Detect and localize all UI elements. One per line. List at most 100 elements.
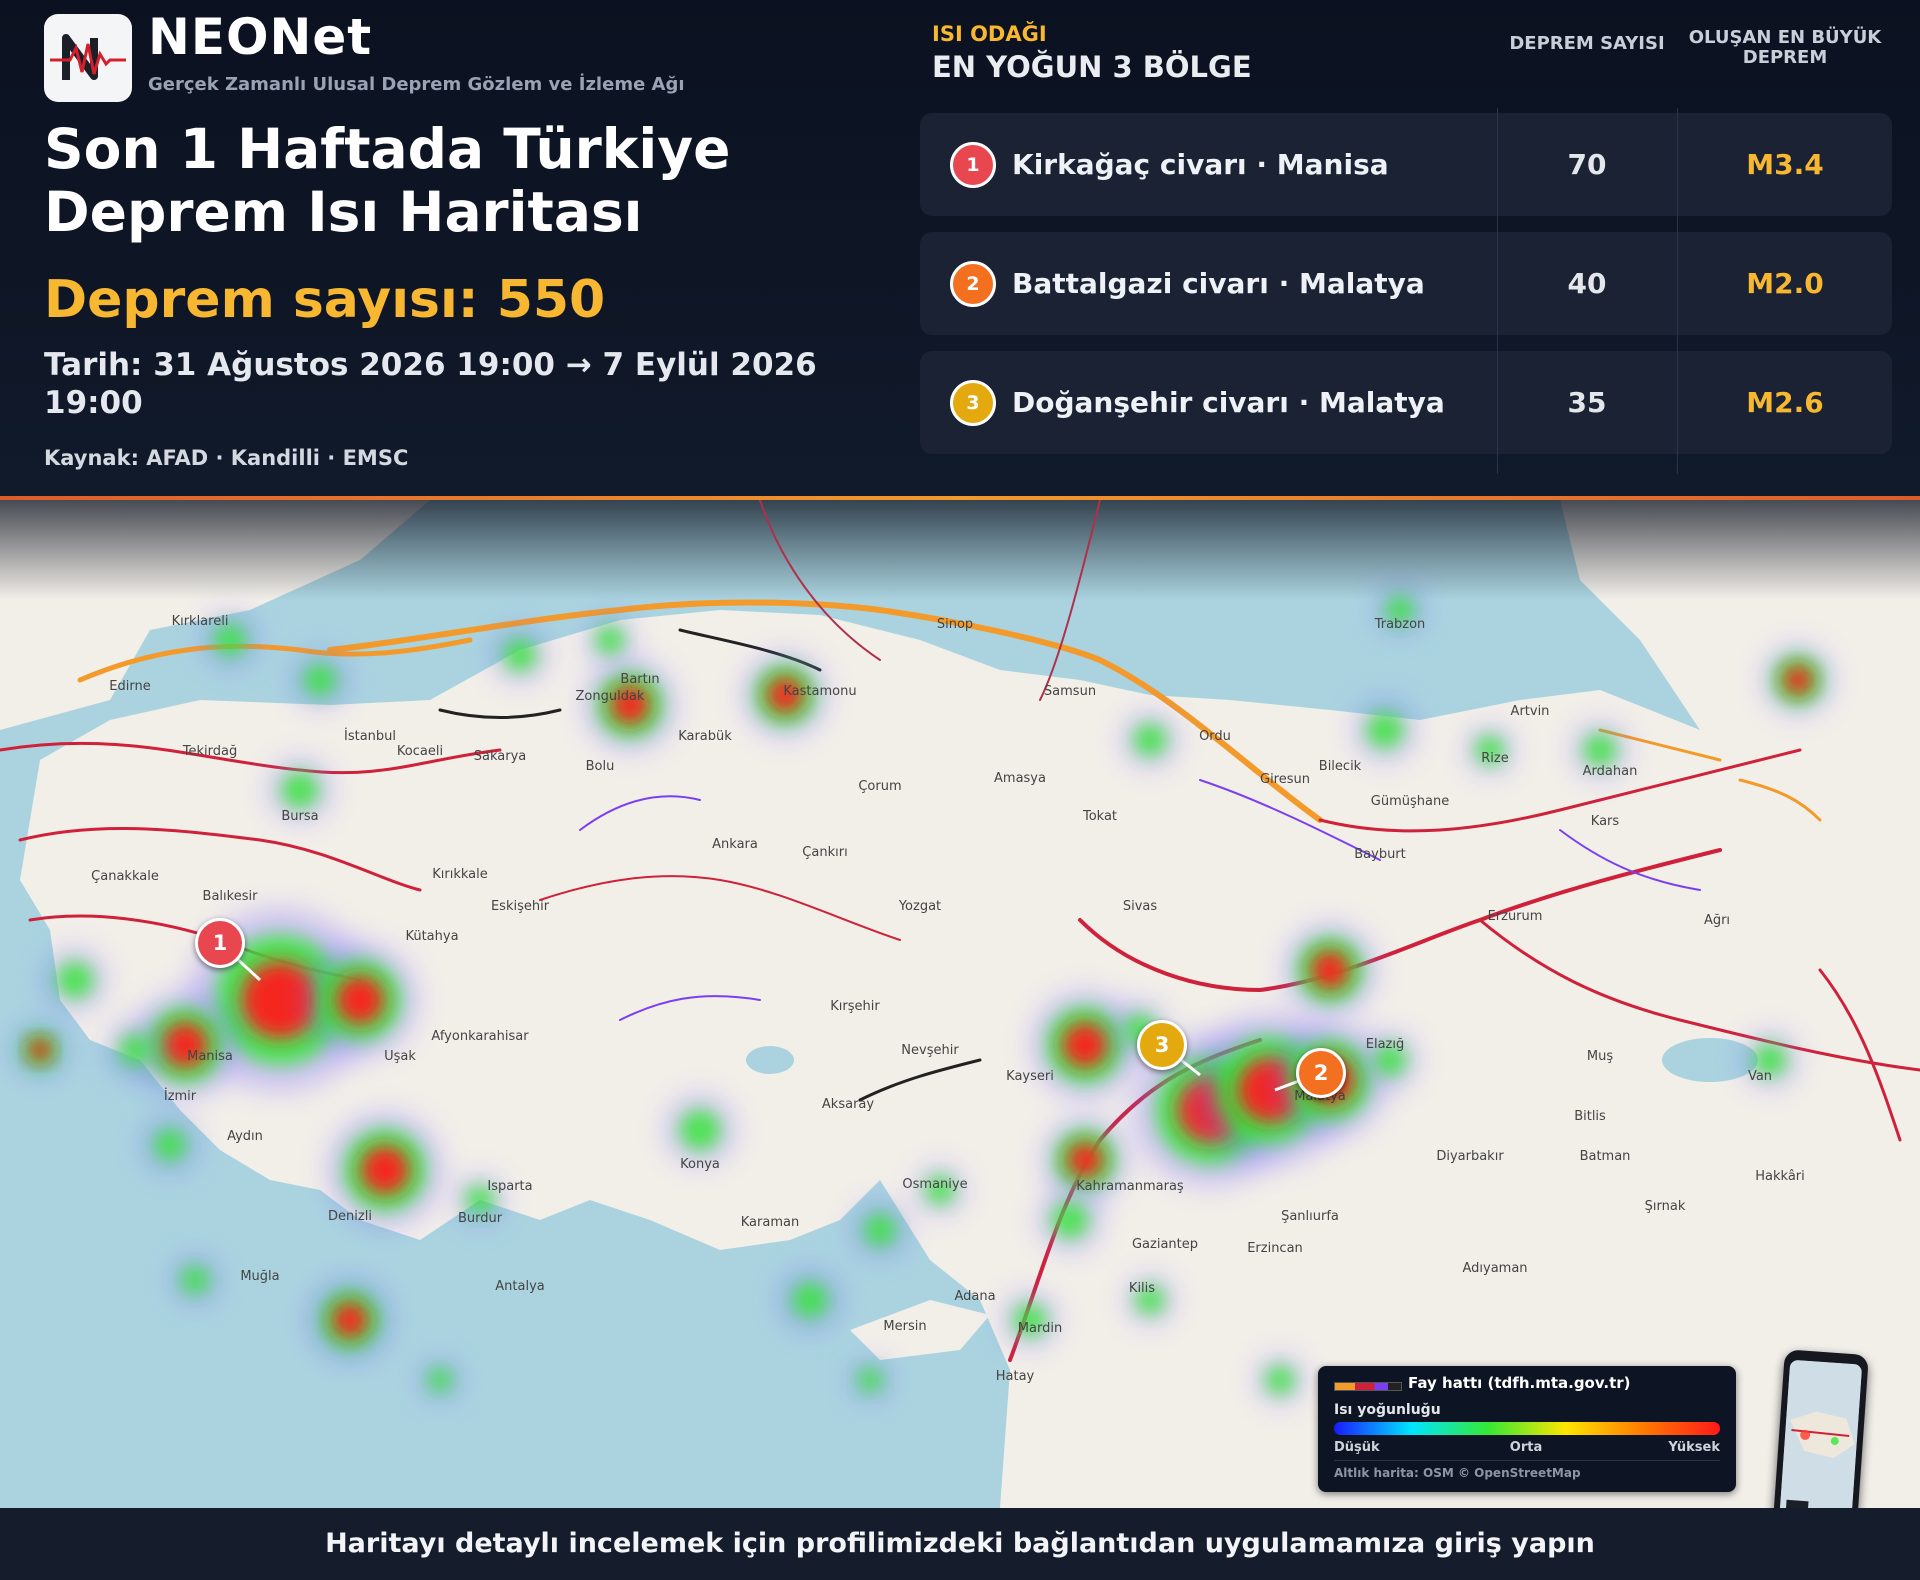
place-label: Muş xyxy=(1587,1049,1613,1064)
place-label: Hakkâri xyxy=(1755,1169,1805,1184)
seismograph-icon xyxy=(50,34,126,80)
place-label: Bayburt xyxy=(1354,847,1406,862)
rank-badge: 3 xyxy=(950,380,996,426)
place-label: Muğla xyxy=(240,1269,279,1284)
place-label: Antalya xyxy=(495,1279,544,1294)
map-legend: Fay hattı (tdfh.mta.gov.tr) Isı yoğunluğ… xyxy=(1318,1366,1736,1492)
heat-core xyxy=(1062,1022,1108,1068)
earthquake-count: Deprem sayısı: 550 xyxy=(44,270,606,330)
place-label: Kütahya xyxy=(405,929,458,944)
place-label: İstanbul xyxy=(344,728,396,744)
place-label: Zonguldak xyxy=(576,689,645,704)
place-label: Tokat xyxy=(1082,809,1117,824)
place-label: Kars xyxy=(1591,814,1620,829)
place-label: Sivas xyxy=(1123,899,1158,914)
place-label: Hatay xyxy=(996,1369,1035,1384)
rank-badge: 2 xyxy=(950,261,996,307)
footer: Haritayı detaylı incelemek için profilim… xyxy=(0,1508,1920,1580)
place-label: Aydın xyxy=(227,1129,263,1144)
heat-core xyxy=(1783,665,1813,695)
place-label: Van xyxy=(1748,1069,1772,1084)
place-label: Artvin xyxy=(1511,704,1550,719)
place-label: Çanakkale xyxy=(91,869,159,884)
heat-spot xyxy=(1367,712,1403,748)
hotspot-region: Kirkağaç civarı · Manisa xyxy=(1012,148,1389,181)
place-label: Bilecik xyxy=(1319,759,1362,774)
place-label: Kırıkkale xyxy=(432,867,488,882)
heat-low-label: Düşük xyxy=(1334,1440,1380,1455)
place-label: İzmir xyxy=(164,1088,197,1104)
heat-core xyxy=(28,1038,52,1062)
page-title: Son 1 Haftada Türkiye Deprem Isı Haritas… xyxy=(44,117,731,244)
column-divider xyxy=(1497,108,1498,474)
place-label: Afyonkarahisar xyxy=(431,1029,529,1044)
hotspot-region: Battalgazi civarı · Malatya xyxy=(1012,267,1425,300)
app-cta: Haritayı detaylı incelemek için profilim… xyxy=(325,1528,1595,1559)
place-label: Mersin xyxy=(883,1319,926,1334)
heat-spot xyxy=(282,772,318,808)
hotspot-marker-2[interactable]: 2 xyxy=(1296,1048,1346,1098)
place-label: Bitlis xyxy=(1574,1109,1606,1124)
place-label: Sakarya xyxy=(474,749,527,764)
place-label: Isparta xyxy=(487,1179,532,1194)
place-label: Kıbrıs xyxy=(0,500,18,504)
heat-core xyxy=(361,1146,409,1194)
hotspot-marker-3[interactable]: 3 xyxy=(1137,1020,1187,1070)
place-label: Samsun xyxy=(1044,684,1096,699)
place-label: Sinop xyxy=(937,617,973,632)
hotspot-count: 40 xyxy=(1567,267,1607,300)
heat-core xyxy=(336,976,384,1024)
place-label: Kayseri xyxy=(1006,1069,1054,1084)
hotspot-max-magnitude: M3.4 xyxy=(1746,148,1824,181)
place-label: Kırklareli xyxy=(172,614,229,629)
place-label: Bursa xyxy=(281,809,318,824)
heat-spot xyxy=(1052,1202,1088,1238)
place-label: Edirne xyxy=(109,679,150,694)
heat-map[interactable]: İstanbul Bursa Manisa İzmir Ankara Sinop Kasta… xyxy=(0,500,1920,1508)
heat-core xyxy=(332,1302,368,1338)
place-label: Eskişehir xyxy=(491,899,550,914)
column-header-max: OLUŞAN EN BÜYÜK DEPREM xyxy=(1688,27,1882,68)
heat-gradient-bar xyxy=(1334,1422,1720,1435)
place-label: Diyarbakır xyxy=(1436,1149,1504,1164)
place-label: Rize xyxy=(1481,751,1508,766)
heat-spot xyxy=(57,962,93,998)
heat-spot xyxy=(864,1214,896,1246)
place-label: Mardin xyxy=(1018,1321,1062,1336)
place-label: Karabük xyxy=(678,729,732,744)
place-label: Bartın xyxy=(620,672,659,687)
place-label: Aksaray xyxy=(822,1097,874,1112)
place-label: Tekirdağ xyxy=(182,744,237,759)
heat-spot xyxy=(596,626,624,654)
heat-spot xyxy=(858,1368,882,1392)
place-label: Trabzon xyxy=(1374,617,1426,632)
place-label: Nevşehir xyxy=(901,1043,959,1058)
heat-core xyxy=(1067,1142,1103,1178)
place-label: Gaziantep xyxy=(1132,1237,1198,1252)
hotspot-row-1: 1 Kirkağaç civarı · Manisa 70 M3.4 xyxy=(920,113,1892,216)
place-label: Osmaniye xyxy=(902,1177,967,1192)
place-label: Amasya xyxy=(994,771,1046,786)
brand-tagline: Gerçek Zamanlı Ulusal Deprem Gözlem ve İ… xyxy=(148,74,685,95)
place-label: Şırnak xyxy=(1645,1199,1686,1214)
place-label: Ordu xyxy=(1199,729,1231,744)
neonet-logo xyxy=(44,14,132,102)
map-attribution: Altlık harita: OSM © OpenStreetMap xyxy=(1334,1466,1581,1480)
place-label: Çankırı xyxy=(802,845,847,860)
place-label: Adana xyxy=(954,1289,995,1304)
map-top-shade xyxy=(0,500,1920,600)
map-canvas[interactable]: İstanbul Bursa Manisa İzmir Ankara Sinop Kasta… xyxy=(0,500,1920,1508)
place-label: Kırşehir xyxy=(830,999,880,1014)
heat-spot xyxy=(504,639,536,671)
place-label: Adıyaman xyxy=(1462,1261,1527,1276)
place-label: Kocaeli xyxy=(397,744,443,759)
place-label: Balıkesir xyxy=(203,889,259,904)
place-label: Çorum xyxy=(858,779,901,794)
hotspot-row-3: 3 Doğanşehir civarı · Malatya 35 M2.6 xyxy=(920,351,1892,454)
heat-spot xyxy=(1134,724,1166,756)
heat-spot xyxy=(1584,734,1616,766)
hotspot-marker-1[interactable]: 1 xyxy=(195,918,245,968)
fault-line-swatch xyxy=(1334,1382,1402,1391)
date-range: Tarih: 31 Ağustos 2026 19:00 → 7 Eylül 2… xyxy=(44,347,817,421)
heat-spot xyxy=(680,1110,720,1150)
